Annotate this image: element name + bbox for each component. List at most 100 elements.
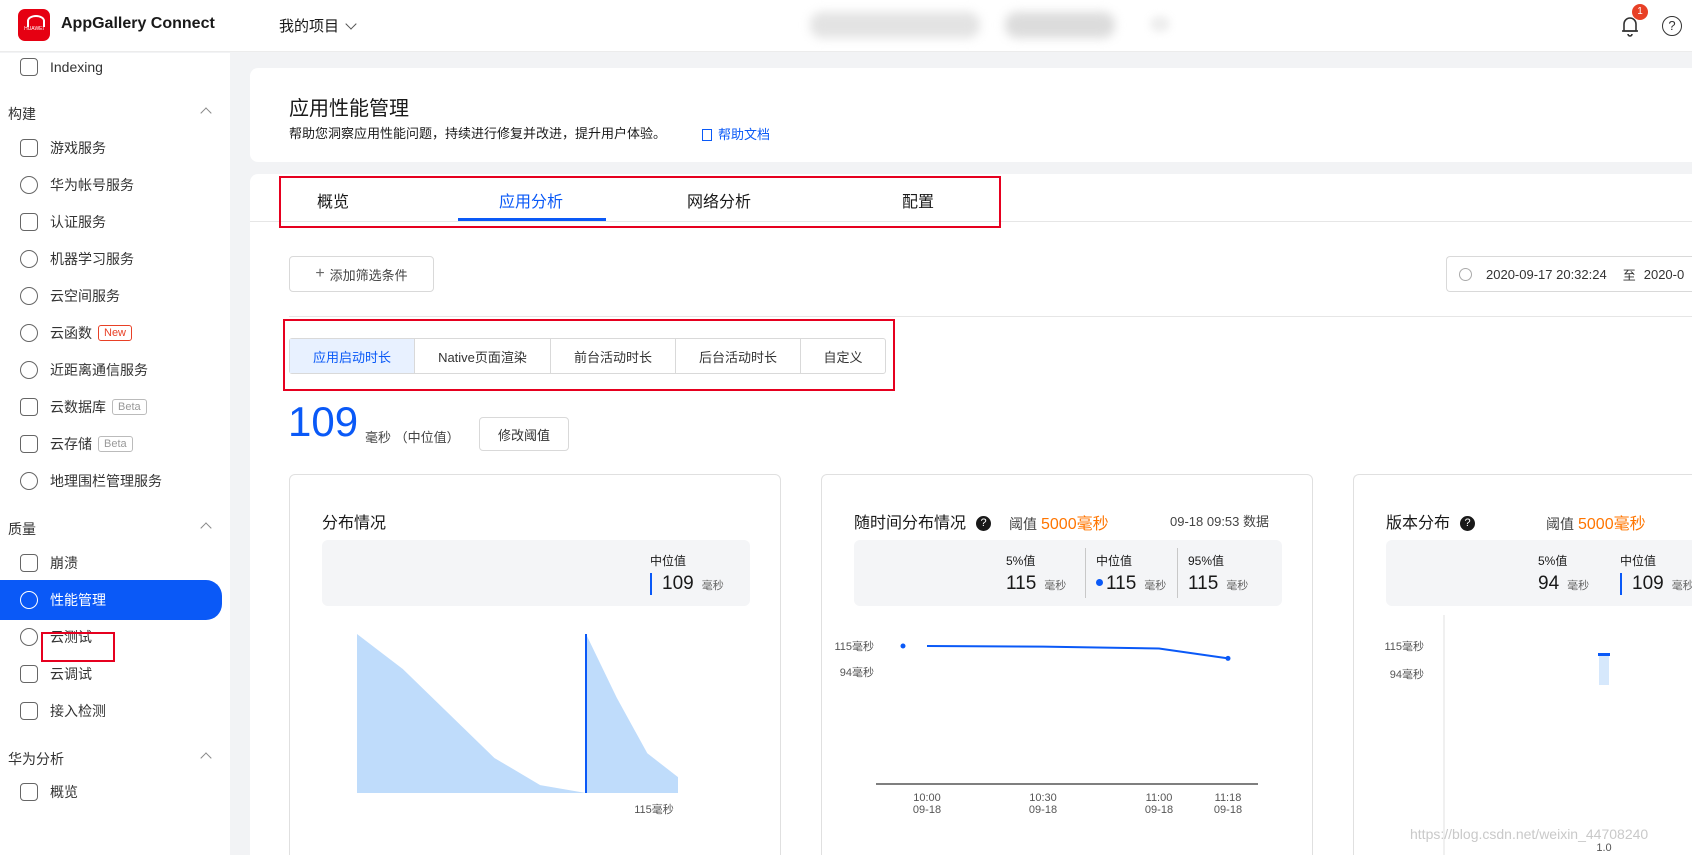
add-filter-button[interactable]: + 添加筛选条件 [289,256,434,292]
sidebar-item-label: 云调试 [50,666,92,682]
sidebar: Indexing 构建 游戏服务 华为帐号服务 认证服务 机器学习服务 云空间服… [0,53,230,855]
card-title-text: 随时间分布情况 [854,515,967,532]
stat-number: 115 [1188,573,1219,594]
sidebar-item-auth[interactable]: 认证服务 [0,202,222,242]
highlight-box-sidebar [41,632,115,662]
sidebar-section-analytics[interactable]: 华为分析 [8,749,212,769]
cloud-icon [20,287,38,305]
sidebar-item-performance[interactable]: 性能管理 [0,580,222,620]
sidebar-item-cloud-functions[interactable]: 云函数 New [0,313,222,353]
median-value: 109 [288,398,359,445]
x-tick-date: 09-18 [1145,804,1173,816]
geofence-icon [20,472,38,490]
sidebar-item-ml[interactable]: 机器学习服务 [0,239,222,279]
blurred-region [1005,12,1115,38]
sidebar-item-cloud-storage[interactable]: 云存储 Beta [0,424,222,464]
sidebar-item-cloud-space[interactable]: 云空间服务 [0,276,222,316]
sidebar-item-label: 认证服务 [50,214,106,230]
stat-label: 5%值 [1538,554,1568,568]
stat-number: 115 [1106,573,1137,594]
stat-number: 109 [1632,573,1664,594]
cloud-test-icon [20,628,38,646]
card-title: 随时间分布情况? [854,509,992,533]
sidebar-item-indexing[interactable]: Indexing [0,53,222,87]
debug-icon [20,665,38,683]
sidebar-item-label: 崩溃 [50,555,78,571]
storage-icon [20,435,38,453]
stat-median: 中位值 109 毫秒 [650,552,724,595]
stat-unit: 毫秒 [1226,580,1249,592]
stat-label: 中位值 [650,554,687,568]
section-label: 华为分析 [8,751,64,767]
median-note: （中位值） [394,430,460,445]
help-doc-link[interactable]: 帮助文档 [702,124,770,143]
question-icon[interactable]: ? [976,516,992,531]
stat-divider [1085,548,1086,598]
over-time-chart: 115毫秒 94毫秒 10:0009-1810:3009-1811:0009-1… [834,639,1258,816]
stat-unit: 毫秒 [701,580,724,592]
sidebar-item-account[interactable]: 华为帐号服务 [0,165,222,205]
sidebar-item-integration-check[interactable]: 接入检测 [0,691,222,731]
sidebar-item-cloud-db[interactable]: 云数据库 Beta [0,387,222,427]
edit-threshold-button[interactable]: 修改阈值 [479,417,569,451]
threshold: 阈值 5000毫秒 [1546,510,1646,534]
sidebar-item-label: 云空间服务 [50,288,120,304]
highlight-box-tabs [279,176,1001,228]
new-tag: New [98,325,133,341]
huawei-logo-icon[interactable]: HUAWEI [18,9,50,41]
sidebar-item-nearby[interactable]: 近距离通信服务 [0,350,222,390]
sidebar-item-label: 游戏服务 [50,140,106,156]
signal-icon [20,361,38,379]
stat-number: 94 [1538,573,1560,594]
distribution-card: 分布情况 中位值 109 毫秒 115毫秒 [289,474,781,855]
chevron-up-icon [200,522,212,534]
stat-number: 109 [662,573,694,594]
sidebar-item-crash[interactable]: 崩溃 [0,543,222,583]
help-doc-label: 帮助文档 [718,127,771,142]
stat-p95: 95%值 115 毫秒 [1188,552,1248,595]
stat-value: 94 毫秒 [1538,573,1589,595]
x-tick-time: 10:00 [913,792,941,804]
sidebar-section-build[interactable]: 构建 [8,104,212,124]
stat-unit: 毫秒 [1044,580,1067,592]
x-tick-time: 11:00 [1146,792,1173,804]
card-title: 版本分布? [1386,509,1476,533]
stat-label: 中位值 [1620,554,1657,568]
series-dot-icon [1096,579,1103,586]
card-title: 分布情况 [322,515,387,532]
version-median-mark [1598,653,1610,656]
sidebar-item-label: 接入检测 [50,703,106,719]
stat-value: 109 毫秒 [650,573,724,595]
logo-text: HUAWEI [24,26,44,32]
sidebar-item-game[interactable]: 游戏服务 [0,128,222,168]
x-tick-label: 115毫秒 [634,802,674,816]
date-range-picker[interactable]: 2020-09-17 20:32:24 至 2020-0 [1446,256,1692,292]
stat-unit: 毫秒 [1671,580,1692,592]
question-icon[interactable]: ? [1460,516,1476,531]
distribution-area-left [357,634,586,793]
sidebar-item-label: 云函数 [50,325,92,341]
help-icon[interactable]: ? [1662,16,1682,36]
stat-value: 115 毫秒 [1096,573,1166,595]
function-icon [20,324,38,342]
brand-name[interactable]: AppGallery Connect [61,15,215,33]
sidebar-item-overview[interactable]: 概览 [0,772,222,812]
page-subtitle: 帮助您洞察应用性能问题，持续进行修复并改进，提升用户体验。 [289,126,667,141]
project-selector[interactable]: 我的项目 [279,15,357,36]
y-tick-label: 115毫秒 [834,639,874,653]
indexing-icon [20,58,38,76]
project-label: 我的项目 [279,18,340,35]
sidebar-section-quality[interactable]: 质量 [8,519,212,539]
sidebar-item-label: 性能管理 [50,592,106,608]
stat-label: 95%值 [1188,554,1225,568]
stat-label: 中位值 [1096,554,1133,568]
sidebar-item-geofence[interactable]: 地理围栏管理服务 [0,461,222,501]
stat-box: 5%值 94 毫秒 中位值 109 毫秒 [1386,540,1692,606]
page-title: 应用性能管理 [289,98,409,120]
x-tick-date: 09-18 [1214,804,1242,816]
top-bar: HUAWEI AppGallery Connect 我的项目 1 ? [0,0,1692,52]
date-separator: 至 [1622,267,1636,283]
sidebar-item-label: 华为帐号服务 [50,177,134,193]
series-start-point [900,643,906,649]
database-icon [20,398,38,416]
